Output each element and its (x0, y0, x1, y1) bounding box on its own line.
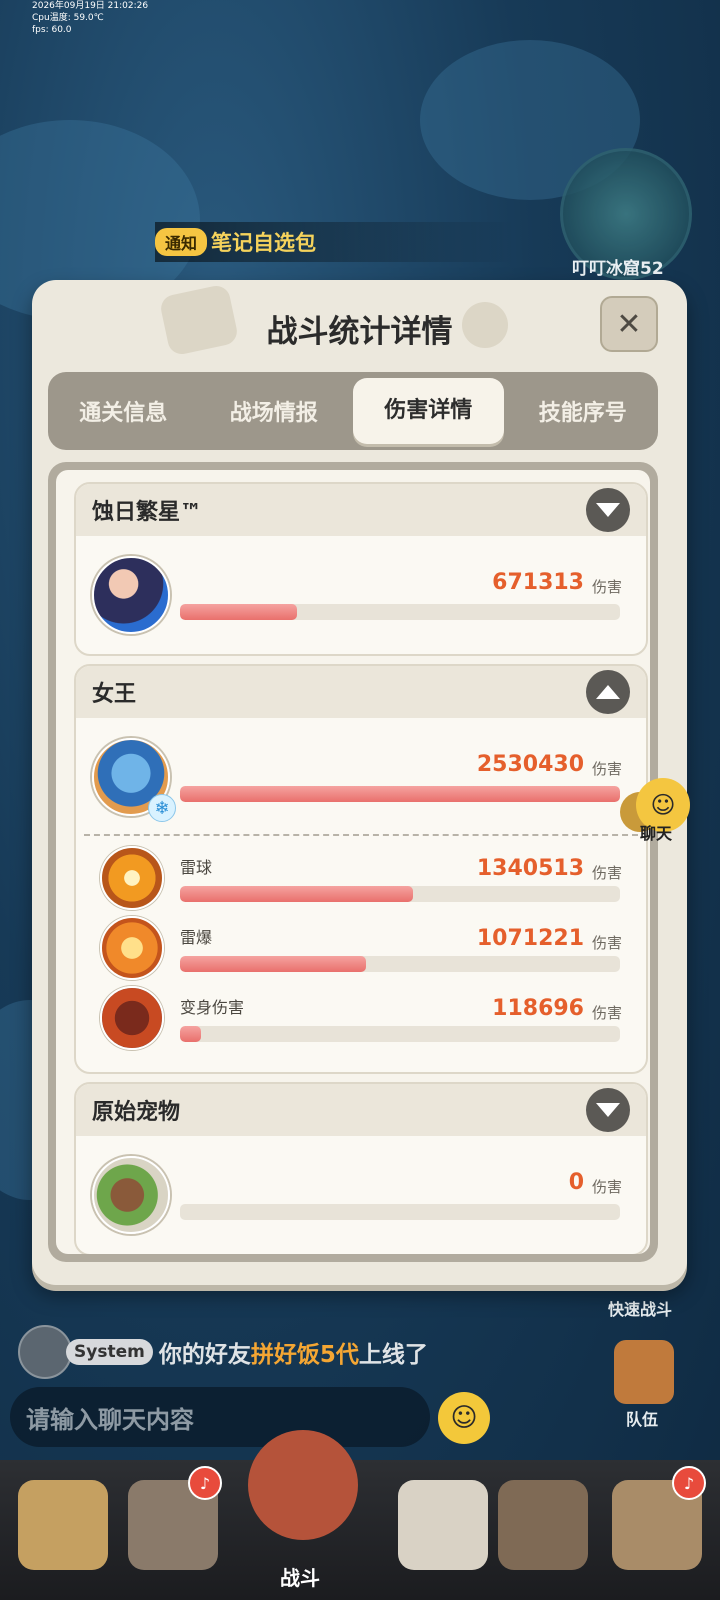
tab-skill-order[interactable]: 技能序号 (508, 395, 659, 427)
damage-unit: 伤害 (591, 864, 622, 882)
thunder-ball-icon (100, 846, 164, 910)
damage-bar (180, 1026, 620, 1042)
avatar (92, 1156, 170, 1234)
damage-bar (180, 886, 620, 902)
chat-text: 你的好友拼好饭5代上线了 (158, 1342, 428, 1368)
damage-bar (180, 1204, 620, 1220)
damage-unit: 伤害 (591, 1178, 622, 1196)
notice-text: 笔记自选包 (211, 231, 317, 255)
avatar (18, 1325, 72, 1379)
bell-icon: ♪ (672, 1466, 706, 1500)
tab-battlefield-intel[interactable]: 战场情报 (199, 395, 350, 427)
damage-bar-fill (180, 604, 297, 620)
dialog-title: 战斗统计详情 (266, 314, 453, 350)
damage-unit: 伤害 (591, 1004, 622, 1022)
damage-bar (180, 786, 620, 802)
collapse-toggle[interactable] (586, 670, 630, 714)
chat-message: System 你的好友拼好饭5代上线了 (18, 1325, 428, 1379)
friend-name: 拼好饭5代 (250, 1342, 359, 1368)
bell-icon: ♪ (188, 1466, 222, 1500)
close-icon: ✕ (616, 306, 642, 342)
skill-row: 雷球 1340513 伤害 (76, 844, 646, 914)
skill-row: 变身伤害 118696 伤害 (76, 984, 646, 1054)
close-button[interactable]: ✕ (600, 296, 658, 352)
team-label[interactable]: 队伍 (626, 1406, 658, 1430)
player-card: 蚀日繁星™ 671313 伤害 (74, 482, 648, 656)
tab-damage-details[interactable]: 伤害详情 (353, 378, 504, 444)
chevron-down-icon (596, 1103, 620, 1117)
damage-value: 2530430 (476, 752, 584, 777)
battle-stats-dialog: 战斗统计详情 ✕ 通关信息 战场情报 伤害详情 技能序号 蚀日繁星™ 67131… (32, 280, 687, 1285)
nav-companion[interactable] (498, 1480, 588, 1570)
nav-pet[interactable] (398, 1480, 488, 1570)
expand-toggle[interactable] (586, 488, 630, 532)
player-name: 蚀日繁星™ (92, 500, 203, 525)
thunder-burst-icon (100, 916, 164, 980)
expand-toggle[interactable] (586, 1088, 630, 1132)
quick-battle-button[interactable]: 快速战斗 (608, 1296, 672, 1320)
datetime-text: 2026年09月19日 21:02:26 (32, 1, 149, 11)
damage-unit: 伤害 (591, 760, 622, 778)
chevron-up-icon (596, 685, 620, 699)
damage-value: 0 (568, 1170, 584, 1195)
damage-unit: 伤害 (591, 934, 622, 952)
notice-banner[interactable]: 通知 笔记自选包 (155, 222, 515, 262)
nav-hero-1[interactable] (18, 1480, 108, 1570)
transform-icon (100, 986, 164, 1050)
notice-tag: 通知 (155, 228, 208, 256)
skill-row: 雷爆 1071221 伤害 (76, 914, 646, 984)
cpu-text: Cpu温度: 59.0℃ (32, 13, 104, 23)
nav-fight-label: 战斗 (280, 1566, 320, 1590)
tab-clear-info[interactable]: 通关信息 (48, 395, 199, 427)
player-card: 女王 ❄ 2530430 伤害 雷球 1340513 伤害 雷爆 1071221… (74, 664, 648, 1074)
damage-unit: 伤害 (591, 578, 622, 596)
chat-buddy-label[interactable]: 聊天 (640, 820, 672, 844)
damage-value: 1071221 (476, 926, 584, 951)
player-name: 女王 (92, 682, 137, 707)
damage-value: 671313 (492, 570, 584, 595)
damage-bar (180, 956, 620, 972)
player-card: 原始宠物 0 伤害 (74, 1082, 648, 1254)
tab-bar: 通关信息 战场情报 伤害详情 技能序号 (48, 372, 658, 450)
debug-overlay: 2026年09月19日 21:02:26 Cpu温度: 59.0℃ fps: 6… (32, 0, 148, 36)
team-icon[interactable] (614, 1340, 674, 1404)
damage-bar-fill (180, 886, 414, 902)
chevron-down-icon (596, 503, 620, 517)
bottom-nav: ♪ ♪ (0, 1430, 720, 1600)
snowflake-icon: ❄ (148, 794, 176, 822)
chat-input[interactable]: 请输入聊天内容 (10, 1387, 430, 1447)
damage-list[interactable]: 蚀日繁星™ 671313 伤害 女王 ❄ 2530430 伤害 雷球 13405… (48, 462, 658, 1262)
skill-name: 雷爆 (180, 928, 213, 947)
damage-value: 1340513 (476, 856, 584, 881)
damage-value: 118696 (492, 996, 584, 1021)
damage-bar-fill (180, 786, 620, 802)
damage-bar-fill (180, 956, 367, 972)
player-name: 原始宠物 (92, 1100, 181, 1125)
skill-name: 变身伤害 (180, 998, 245, 1017)
minimap-label: 叮叮冰窟52 (572, 259, 664, 279)
emoji-icon[interactable]: ☺ (438, 1392, 490, 1444)
nav-fight[interactable] (248, 1430, 358, 1540)
fps-text: fps: 60.0 (32, 25, 72, 35)
divider (84, 834, 638, 836)
system-tag: System (66, 1339, 153, 1365)
damage-bar-fill (180, 1026, 201, 1042)
skill-name: 雷球 (180, 858, 213, 877)
avatar (92, 556, 170, 634)
damage-bar (180, 604, 620, 620)
